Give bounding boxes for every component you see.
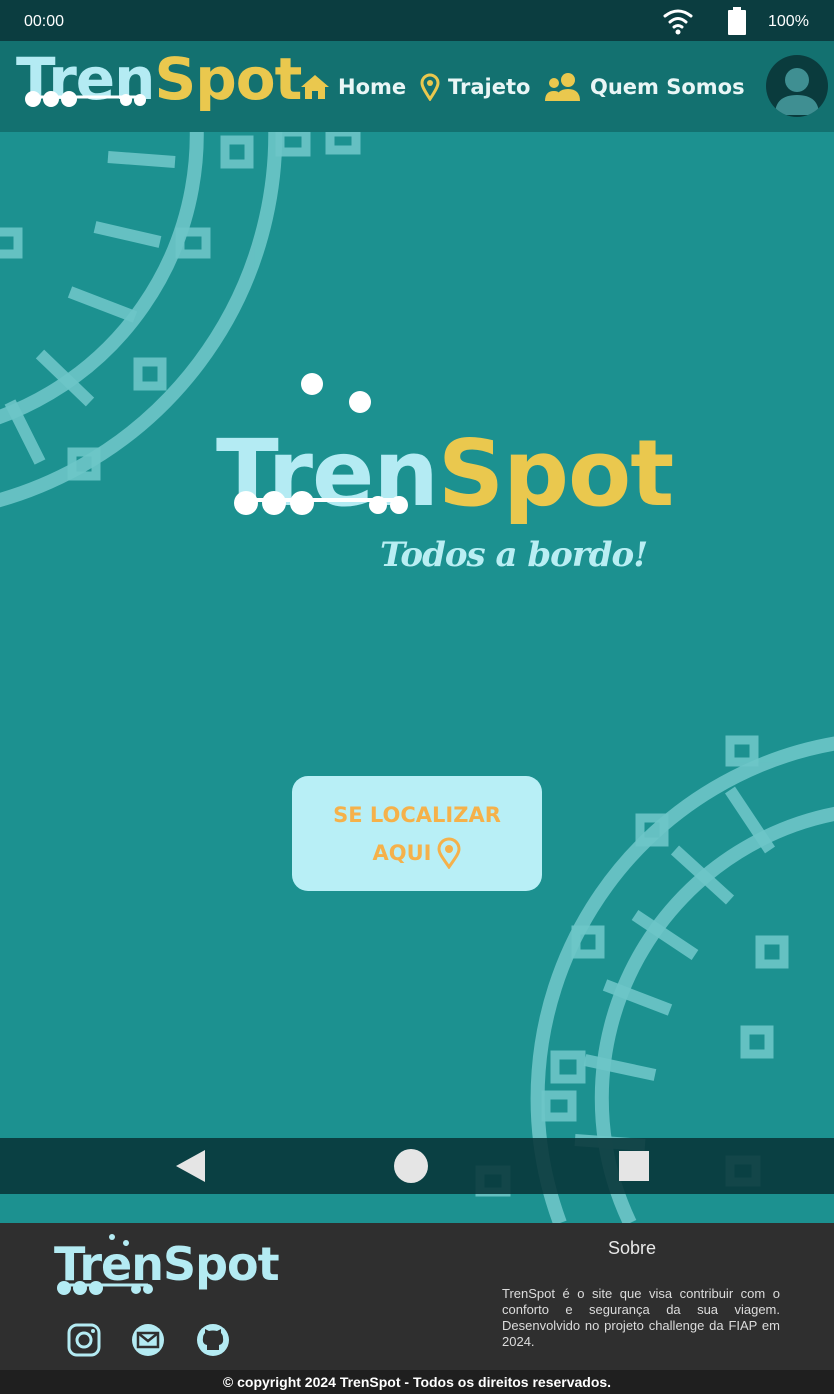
nav-trajeto-label: Trajeto (448, 75, 531, 99)
avatar-silhouette-icon (775, 68, 819, 115)
home-icon (301, 75, 329, 99)
locate-me-line2-text: AQUI (372, 841, 432, 865)
map-pin-icon (437, 837, 461, 869)
nav-home[interactable]: Home (300, 67, 406, 107)
footer-logo-spot: Spot (162, 1237, 280, 1291)
hero-tagline: Todos a bordo! (380, 535, 648, 575)
map-pin-icon (420, 73, 440, 101)
mail-icon[interactable] (131, 1323, 165, 1357)
nav-quem-somos[interactable]: Quem Somos (544, 67, 745, 107)
copyright: © copyright 2024 TrenSpot - Todos os dir… (0, 1370, 834, 1394)
sobre-text: TrenSpot é o site que visa contribuir co… (502, 1286, 780, 1349)
hero-logo-dots-icon (234, 373, 408, 515)
battery-percent: 100% (768, 13, 809, 30)
instagram-icon[interactable] (67, 1323, 101, 1357)
user-avatar-icon[interactable] (766, 55, 828, 117)
locate-me-line2: AQUI (373, 834, 462, 872)
footer-logo-dots-icon (57, 1234, 153, 1295)
github-icon[interactable] (196, 1323, 230, 1357)
logo-train-dots-icon (25, 91, 146, 107)
status-time: 00:00 (24, 13, 65, 30)
locate-me-line1: SE LOCALIZAR (333, 803, 501, 827)
sobre-title: Sobre (608, 1238, 657, 1258)
wifi-icon (663, 9, 693, 35)
users-icon (545, 73, 580, 101)
site-header: TrenSpot Home Trajeto Quem Somos (0, 41, 834, 132)
nav-quem-label: Quem Somos (590, 75, 745, 99)
status-bar: 00:00 100% (0, 0, 834, 41)
recents-icon[interactable] (616, 1148, 652, 1184)
back-icon[interactable] (172, 1148, 208, 1184)
home-circle-icon[interactable] (393, 1148, 429, 1184)
hero-logo-spot: Spot (437, 420, 674, 527)
nav-home-label: Home (338, 75, 407, 99)
battery-icon (728, 7, 746, 35)
logo-spot: Spot (154, 45, 302, 113)
locate-me-button[interactable]: SE LOCALIZAR AQUI (292, 776, 542, 891)
site-footer: TrenSpot Sobre TrenSpot é o site que vis… (0, 1223, 834, 1370)
system-navigation-bar (0, 1138, 834, 1194)
nav-trajeto[interactable]: Trajeto (420, 67, 530, 107)
